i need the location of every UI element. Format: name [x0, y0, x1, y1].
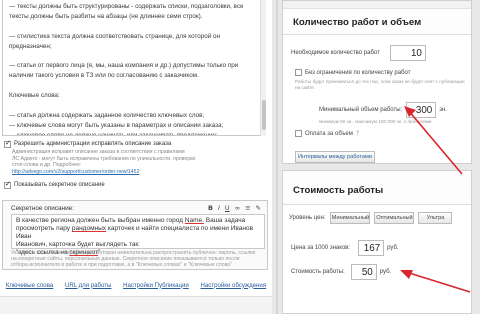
bottom-links: Ключевые слова URL для работы Настройки …	[0, 278, 272, 292]
pay-volume-checkbox[interactable]	[295, 130, 302, 137]
show-secret-row[interactable]: Показывать секретное описание	[4, 180, 105, 189]
editor-toolbar: B I U ∞ ≡ ✎	[208, 204, 261, 212]
left-footer	[0, 296, 272, 314]
description-line: предназначен;	[9, 42, 52, 50]
link-icon[interactable]: ∞	[235, 204, 240, 212]
arrow-to-min-volume	[404, 106, 463, 175]
description-line: наличии такого условия в ТЗ или по согла…	[9, 72, 199, 80]
bold-icon[interactable]: B	[208, 204, 213, 212]
required-count-input[interactable]: 10	[389, 45, 426, 61]
price-level-label: Уровень цен:	[289, 215, 326, 221]
allow-admin-row[interactable]: Разрешить администрации исправлять описа…	[4, 139, 172, 148]
no-limit-note: Работы будут приниматься до тех пор, пок…	[295, 79, 465, 90]
cost-unit: руб.	[379, 269, 392, 275]
description-line: — ключевое слово не должно начинать или …	[9, 131, 218, 136]
pay-volume-label: Оплата за объем	[305, 130, 353, 137]
link-publication-settings[interactable]: Настройки Публикации	[123, 282, 189, 289]
list-icon[interactable]: ≡	[245, 204, 250, 212]
required-count-label: Необходимое количество работ	[291, 50, 380, 56]
level-ultra-button[interactable]: Ультра	[418, 212, 453, 224]
secret-note: Укажите в этом поле информацию, которая …	[11, 250, 256, 268]
work-cost-input[interactable]: 50	[350, 264, 377, 280]
description-line: — статьи от первого лица (я, мы, наша ко…	[9, 62, 239, 70]
help-icon[interactable]: ?	[356, 130, 359, 137]
description-line: тексты должны быть разбиты на абзацы (не…	[9, 12, 203, 20]
show-secret-label: Показывать секретное описание	[14, 182, 105, 188]
column-divider	[276, 0, 278, 314]
left-column: — тексты должны быть структурированы - с…	[0, 0, 272, 314]
intervals-button[interactable]: Интервалы между работами	[295, 151, 375, 163]
price-per-1000-label: Цена за 1000 знаков:	[291, 245, 351, 251]
edit-icon[interactable]: ✎	[256, 204, 261, 212]
no-limit-label: Без ограничения по количеству работ	[305, 69, 411, 76]
secret-editor[interactable]: В качестве региона должен быть выбран им…	[11, 214, 265, 256]
link-discussion-settings[interactable]: Настройки обсуждения	[200, 282, 266, 289]
work-cost-label: Стоимость работы:	[291, 269, 345, 275]
price-per-1000-row: Цена за 1000 знаков: 167 руб.	[291, 240, 399, 256]
textarea-scrollbar[interactable]	[260, 0, 266, 136]
pay-volume-row[interactable]: Оплата за объем ?	[295, 130, 359, 137]
description-line: — тексты должны быть структурированы - с…	[9, 3, 244, 10]
allow-admin-checkbox[interactable]	[4, 139, 11, 148]
description-line: — статья должна содержать заданное колич…	[9, 111, 205, 119]
description-line	[9, 22, 259, 32]
description-line	[9, 52, 259, 62]
link-keywords[interactable]: Ключевые слова	[6, 282, 53, 289]
secret-description-box: Секретное описание: B I U ∞ ≡ ✎ В качест…	[2, 200, 268, 270]
secret-title: Секретное описание:	[11, 205, 74, 212]
show-secret-checkbox[interactable]	[4, 180, 11, 189]
description-line: — ключевые слова могут быть указаны в па…	[9, 121, 224, 129]
description-line	[9, 81, 259, 91]
arrow-to-work-cost	[400, 270, 471, 293]
min-volume-label: Минимальный объем работы:	[319, 107, 403, 113]
price-level-row: Уровень цен: Минимальный Оптимальный Уль…	[289, 212, 453, 224]
no-limit-row[interactable]: Без ограничения по количеству работ	[295, 69, 410, 76]
link-url[interactable]: URL для работы	[65, 282, 111, 289]
level-optimal-button[interactable]: Оптимальный	[374, 212, 415, 224]
level-min-button[interactable]: Минимальный	[330, 212, 371, 224]
no-limit-checkbox[interactable]	[295, 69, 302, 76]
description-line: — стилистика текста должна соответствова…	[9, 32, 221, 40]
description-line: Ключевые слова:	[9, 92, 60, 100]
underline-icon[interactable]: U	[225, 204, 230, 212]
price-per-1000-input[interactable]: 167	[358, 240, 385, 256]
italic-icon[interactable]: I	[218, 204, 220, 212]
required-count-row: Необходимое количество работ 10	[291, 45, 426, 61]
allow-admin-link[interactable]: http://advego.com/v2/support/customer/or…	[12, 169, 139, 175]
work-cost-row: Стоимость работы: 50 руб.	[291, 264, 391, 280]
allow-admin-label: Разрешить администрации исправлять описа…	[14, 141, 172, 147]
allow-admin-note: Администрация исправит описание заказа в…	[12, 149, 196, 175]
order-description-textarea[interactable]: — тексты должны быть структурированы - с…	[2, 0, 266, 136]
price-unit: руб.	[387, 245, 399, 251]
description-line	[9, 101, 259, 111]
